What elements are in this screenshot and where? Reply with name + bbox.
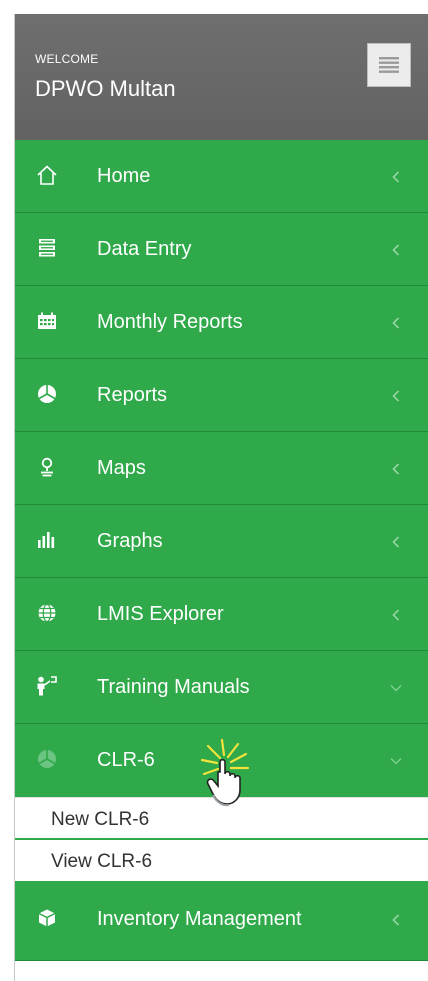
submenu-item-new-clr-6[interactable]: New CLR-6 bbox=[15, 797, 428, 840]
chevron-left-icon bbox=[389, 243, 403, 257]
bar-chart-icon bbox=[36, 529, 58, 551]
sidebar-item-label: Graphs bbox=[97, 530, 163, 552]
sidebar-item-maps[interactable]: Maps bbox=[15, 432, 428, 505]
hamburger-icon bbox=[379, 57, 399, 73]
sidebar-header: WELCOME DPWO Multan bbox=[15, 14, 428, 140]
sidebar-item-label: Home bbox=[97, 165, 151, 187]
pie-chart-icon bbox=[36, 748, 58, 770]
sidebar-item-home[interactable]: Home bbox=[15, 140, 428, 213]
submenu-item-view-clr-6[interactable]: View CLR-6 bbox=[15, 840, 428, 883]
sidebar-item-lmis-explorer[interactable]: LMIS Explorer bbox=[15, 578, 428, 651]
sidebar-item-label: Data Entry bbox=[97, 238, 192, 260]
chevron-left-icon bbox=[389, 608, 403, 622]
chevron-left-icon bbox=[389, 389, 403, 403]
sidebar-item-data-entry[interactable]: Data Entry bbox=[15, 213, 428, 286]
sidebar-menu: Home Data Entry Monthly Reports Reports … bbox=[15, 140, 428, 961]
map-pin-icon bbox=[36, 456, 58, 478]
trainer-icon bbox=[36, 675, 58, 697]
sidebar-item-label: CLR-6 bbox=[97, 749, 155, 771]
sidebar-item-monthly-reports[interactable]: Monthly Reports bbox=[15, 286, 428, 359]
pie-chart-icon bbox=[36, 383, 58, 405]
globe-icon bbox=[36, 602, 58, 624]
database-icon bbox=[36, 237, 58, 259]
welcome-label: WELCOME bbox=[35, 52, 99, 66]
chevron-down-icon bbox=[389, 754, 403, 768]
sidebar-item-inventory-management[interactable]: Inventory Management bbox=[15, 883, 428, 961]
chevron-left-icon bbox=[389, 535, 403, 549]
user-name: DPWO Multan bbox=[35, 76, 176, 101]
sidebar-item-graphs[interactable]: Graphs bbox=[15, 505, 428, 578]
sidebar-item-training-manuals[interactable]: Training Manuals bbox=[15, 651, 428, 724]
sidebar-item-label: Maps bbox=[97, 457, 146, 479]
clr-6-submenu: New CLR-6 View CLR-6 bbox=[15, 797, 428, 883]
sidebar: WELCOME DPWO Multan Home Data Entry Mont… bbox=[14, 14, 428, 981]
sidebar-item-label: Inventory Management bbox=[97, 908, 302, 930]
menu-toggle-button[interactable] bbox=[367, 43, 411, 87]
sidebar-item-clr-6[interactable]: CLR-6 bbox=[15, 724, 428, 797]
chevron-left-icon bbox=[389, 170, 403, 184]
chevron-left-icon bbox=[389, 913, 403, 927]
chevron-left-icon bbox=[389, 462, 403, 476]
chevron-down-icon bbox=[389, 681, 403, 695]
sidebar-item-label: Training Manuals bbox=[97, 676, 250, 698]
sidebar-item-label: Monthly Reports bbox=[97, 311, 243, 333]
home-icon bbox=[36, 164, 58, 186]
sidebar-item-reports[interactable]: Reports bbox=[15, 359, 428, 432]
sidebar-item-label: LMIS Explorer bbox=[97, 603, 224, 625]
calendar-icon bbox=[36, 310, 58, 332]
box-icon bbox=[36, 907, 58, 929]
sidebar-item-label: Reports bbox=[97, 384, 168, 406]
chevron-left-icon bbox=[389, 316, 403, 330]
